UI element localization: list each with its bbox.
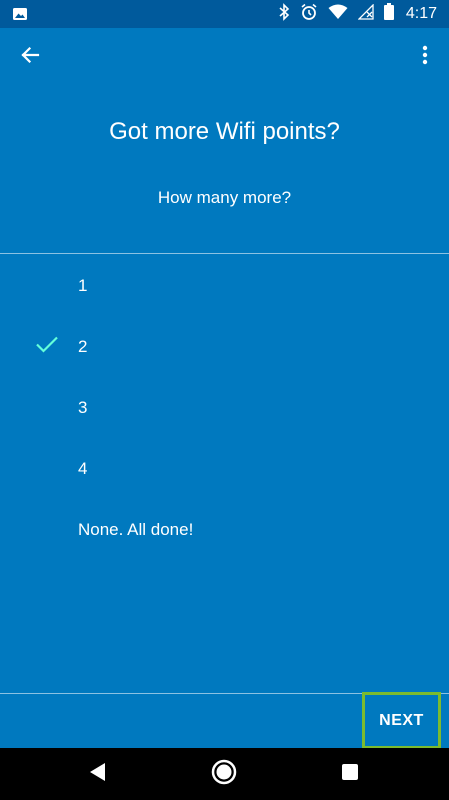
option-label: None. All done! [78,519,194,539]
alarm-icon [300,3,318,26]
wifi-icon [328,4,348,25]
bluetooth-icon [278,2,290,26]
more-vert-icon [422,45,428,70]
no-signal-icon [357,2,374,25]
battery-icon [383,3,394,25]
system-nav-bar [0,748,449,800]
status-bar: 4:17 [0,0,449,28]
status-time: 4:17 [405,5,437,22]
nav-recents-icon [341,763,359,786]
nav-home-icon [211,759,237,790]
page-title: Got more Wifi points? [109,118,340,145]
next-button[interactable]: NEXT [365,695,438,746]
overflow-menu-button[interactable] [407,37,443,77]
options-list: 1 2 3 4 None. All done! [0,255,449,560]
status-icons: 4:17 [278,0,437,28]
option-1[interactable]: 1 [0,255,449,316]
option-4[interactable]: 4 [0,438,449,499]
divider-top [0,253,449,254]
arrow-back-icon [20,45,40,70]
nav-back-icon [89,762,107,787]
option-label: 2 [78,336,88,356]
nav-back-button[interactable] [68,748,128,800]
photo-icon [12,6,28,27]
back-button[interactable] [10,37,50,77]
option-3[interactable]: 3 [0,377,449,438]
app-bar [0,28,449,86]
next-button-highlight: NEXT [362,692,441,749]
option-none[interactable]: None. All done! [0,499,449,560]
nav-recents-button[interactable] [320,748,380,800]
page-subtitle: How many more? [157,188,292,207]
option-label: 3 [78,397,88,417]
check-icon [35,335,59,358]
nav-home-button[interactable] [194,748,254,800]
option-2[interactable]: 2 [0,316,449,377]
option-label: 1 [78,275,88,295]
option-label: 4 [78,458,88,478]
